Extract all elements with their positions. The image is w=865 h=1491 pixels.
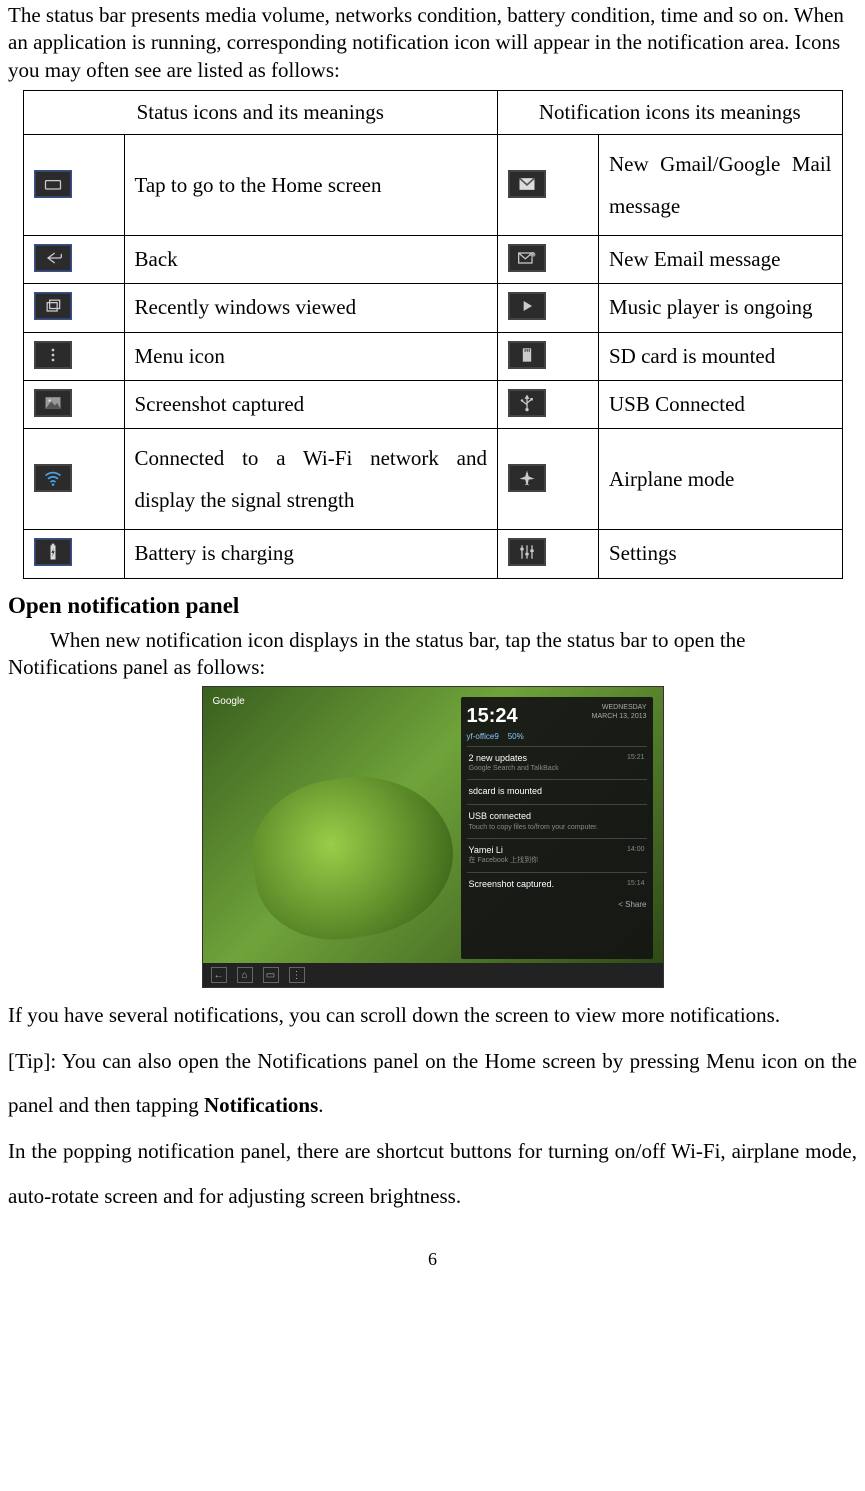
nav-back-icon: ← [211,967,227,983]
desc: Music player is ongoing [599,284,843,332]
notif-sub: Touch to copy files to/from your compute… [469,823,645,832]
notif-panel: 15:24 WEDNESDAY MARCH 13, 2013 yf-office… [461,697,653,959]
back-icon [34,244,72,272]
notif-title: sdcard is mounted [469,786,645,798]
desc: Back [124,236,498,284]
notif-title: Yamei Li [469,845,503,857]
desc: Connected to a Wi-Fi network and display… [124,429,498,530]
table-row: Menu icon SD card is mounted [23,332,842,380]
google-label: Google [213,695,245,708]
desc: Tap to go to the Home screen [124,135,498,236]
usb-icon [508,389,546,417]
wifi-icon [34,464,72,492]
icons-table: Status icons and its meanings Notificati… [23,90,843,579]
desc: Battery is charging [124,530,498,578]
desc: Menu icon [124,332,498,380]
email-icon: @ [508,244,546,272]
table-row: Screenshot captured USB Connected [23,381,842,429]
panel-wifi: yf-office9 [467,732,499,741]
table-row: Back @ New Email message [23,236,842,284]
desc: Settings [599,530,843,578]
settings-icon [508,538,546,566]
svg-text:@: @ [531,254,536,259]
para1: When new notification icon displays in t… [8,627,857,682]
para3b: Notifications [204,1093,318,1117]
music-icon [508,292,546,320]
para3a: [Tip]: You can also open the Notificatio… [8,1049,857,1117]
home-icon [34,170,72,198]
panel-day: WEDNESDAY [592,703,647,712]
table-row: Tap to go to the Home screen New Gmail/G… [23,135,842,236]
table-row: Connected to a Wi-Fi network and display… [23,429,842,530]
desc: New Email message [599,236,843,284]
notif-time: 15:21 [627,753,645,765]
desc: Airplane mode [599,429,843,530]
recent-icon [34,292,72,320]
share-label: Share [625,900,646,909]
para4: In the popping notification panel, there… [8,1129,857,1217]
para2: If you have several notifications, you c… [8,993,857,1037]
header-right: Notification icons its meanings [498,90,843,134]
notif-time: 15:14 [627,879,645,891]
table-row: Battery is charging Settings [23,530,842,578]
desc: USB Connected [599,381,843,429]
desc: Screenshot captured [124,381,498,429]
screenshot-icon [34,389,72,417]
table-row: Recently windows viewed Music player is … [23,284,842,332]
nav-home-icon: ⌂ [237,967,253,983]
notif-time: 14:00 [627,845,645,857]
notif-title: USB connected [469,811,645,823]
desc: Recently windows viewed [124,284,498,332]
intro-text: The status bar presents media volume, ne… [8,2,857,84]
para3: [Tip]: You can also open the Notificatio… [8,1039,857,1127]
airplane-icon [508,464,546,492]
panel-date: MARCH 13, 2013 [592,712,647,721]
para3c: . [318,1093,323,1117]
navbar: ← ⌂ ▭ ⋮ [203,963,663,987]
desc: SD card is mounted [599,332,843,380]
gmail-icon [508,170,546,198]
notification-panel-figure: Google 15:24 WEDNESDAY MARCH 13, 2013 yf… [203,687,663,987]
notif-sub: 在 Facebook 上找到你 [469,856,645,865]
page-number: 6 [8,1248,857,1271]
notif-title: Screenshot captured. [469,879,555,891]
battery-charging-icon [34,538,72,566]
panel-time: 15:24 [467,703,518,729]
notif-sub: Google Search and TalkBack [469,764,645,773]
menu-icon [34,341,72,369]
panel-batt: 50% [508,732,524,741]
header-left: Status icons and its meanings [23,90,498,134]
nav-menu-icon: ⋮ [289,967,305,983]
sdcard-icon [508,341,546,369]
nav-recent-icon: ▭ [263,967,279,983]
notif-title: 2 new updates [469,753,528,765]
desc: New Gmail/Google Mail message [599,135,843,236]
section-heading: Open notification panel [8,591,857,621]
